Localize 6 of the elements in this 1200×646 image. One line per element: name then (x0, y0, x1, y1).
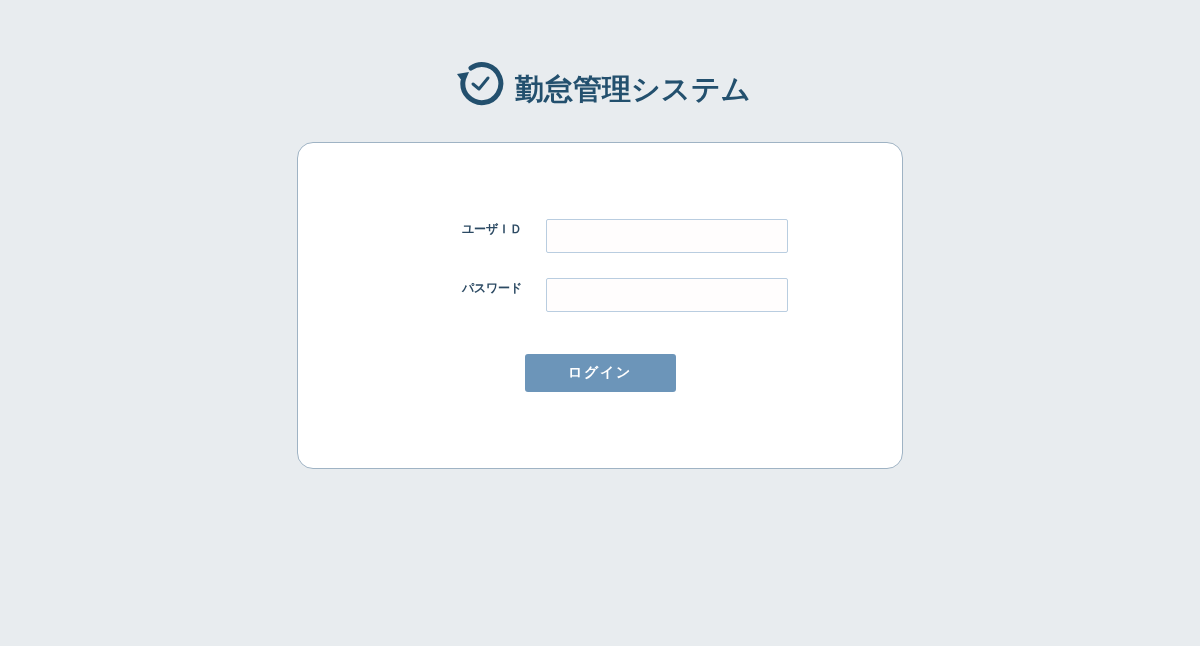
field-label: パスワード (462, 280, 523, 297)
field-label: ユーザＩＤ (462, 221, 523, 238)
app-title: 勤怠管理システム (515, 71, 751, 108)
input-field[interactable] (546, 219, 788, 253)
login-button[interactable]: ログイン (524, 354, 676, 392)
input-field[interactable] (546, 278, 788, 312)
